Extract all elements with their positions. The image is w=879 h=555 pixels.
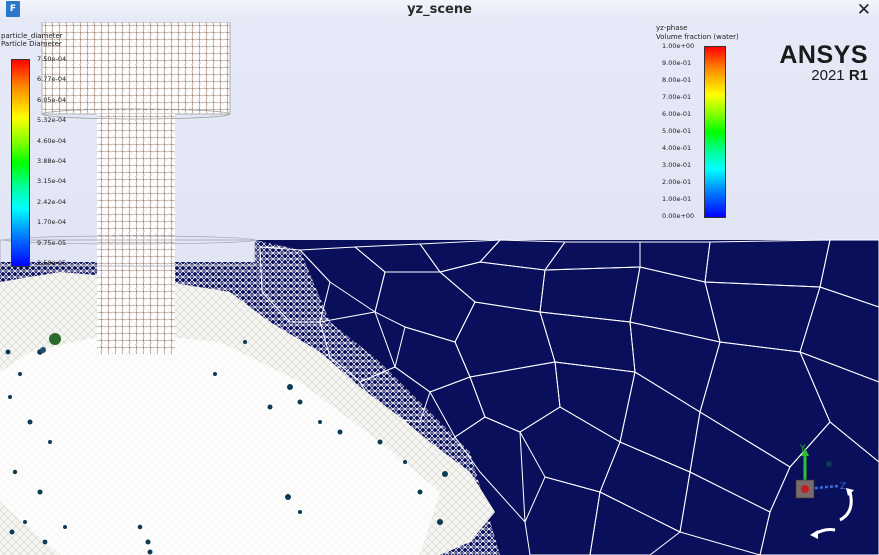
legend-tick-label: 1.00e-01 xyxy=(662,195,692,203)
legend-tick-label: 7.00e-01 xyxy=(662,93,692,101)
cfd-scene xyxy=(0,22,879,555)
legend-tick-label: 1.00e+00 xyxy=(662,42,695,50)
axis-triad[interactable]: Y Z xyxy=(780,442,870,547)
legend-title-line1: yz-phase xyxy=(656,24,688,32)
logo-version-year: 2021 xyxy=(811,67,845,84)
legend-tick-label: 0.00e+00 xyxy=(662,212,695,220)
logo-brand: ANSYS xyxy=(779,41,868,69)
rotate-arrows-icon xyxy=(814,491,853,536)
large-particle xyxy=(49,333,61,345)
legend-tick-label: 8.00e-01 xyxy=(662,76,692,84)
legend-tick-label: 3.00e-01 xyxy=(662,161,692,169)
legend-tick-label: 6.00e-01 xyxy=(662,110,692,118)
logo-version: 2021 R1 xyxy=(778,68,868,84)
legend-tick-label: 7.50e-04 xyxy=(37,55,67,63)
legend-tick-label: 9.00e-01 xyxy=(662,59,692,67)
inlet-pipe xyxy=(97,114,175,354)
inlet-cap xyxy=(41,22,231,115)
legend-title-line2: Volume fraction (water) xyxy=(656,33,739,41)
particle-colorbar xyxy=(11,59,30,267)
graphics-viewport[interactable]: particle_diameter Particle Diameter 7.50… xyxy=(0,22,879,555)
legend-tick-label: 1.70e-04 xyxy=(37,218,67,227)
legend-tick-label: 2.50e-05 xyxy=(37,259,67,267)
window-title: yz_scene xyxy=(407,2,472,17)
legend-tick-label: 6.77e-04 xyxy=(37,75,67,84)
phase-colorbar xyxy=(704,46,726,218)
ansys-logo: ANSYS 2021 R1 xyxy=(778,42,868,84)
legend-tick-label: 3.88e-04 xyxy=(37,157,67,165)
title-bar: F yz_scene ✕ xyxy=(0,0,879,22)
legend-tick-label: 4.00e-01 xyxy=(662,144,692,152)
legend-tick-label: 5.00e-01 xyxy=(662,127,692,135)
logo-version-release: R1 xyxy=(848,67,868,84)
y-axis-label: Y xyxy=(799,444,806,454)
legend-tick-label: 2.42e-04 xyxy=(37,197,67,206)
legend-tick-label: 4.60e-04 xyxy=(37,136,67,145)
legend-tick-label: 3.15e-04 xyxy=(37,177,67,186)
z-axis-label: Z xyxy=(840,482,846,492)
close-icon[interactable]: ✕ xyxy=(857,0,871,20)
legend-tick-label: 6.05e-04 xyxy=(37,95,67,104)
legend-tick-label: 2.00e-01 xyxy=(662,178,692,186)
legend-tick-label: 5.32e-04 xyxy=(37,116,67,125)
legend-tick-label: 9.75e-05 xyxy=(37,238,67,247)
legend-title-line2: Particle Diameter xyxy=(1,40,62,48)
